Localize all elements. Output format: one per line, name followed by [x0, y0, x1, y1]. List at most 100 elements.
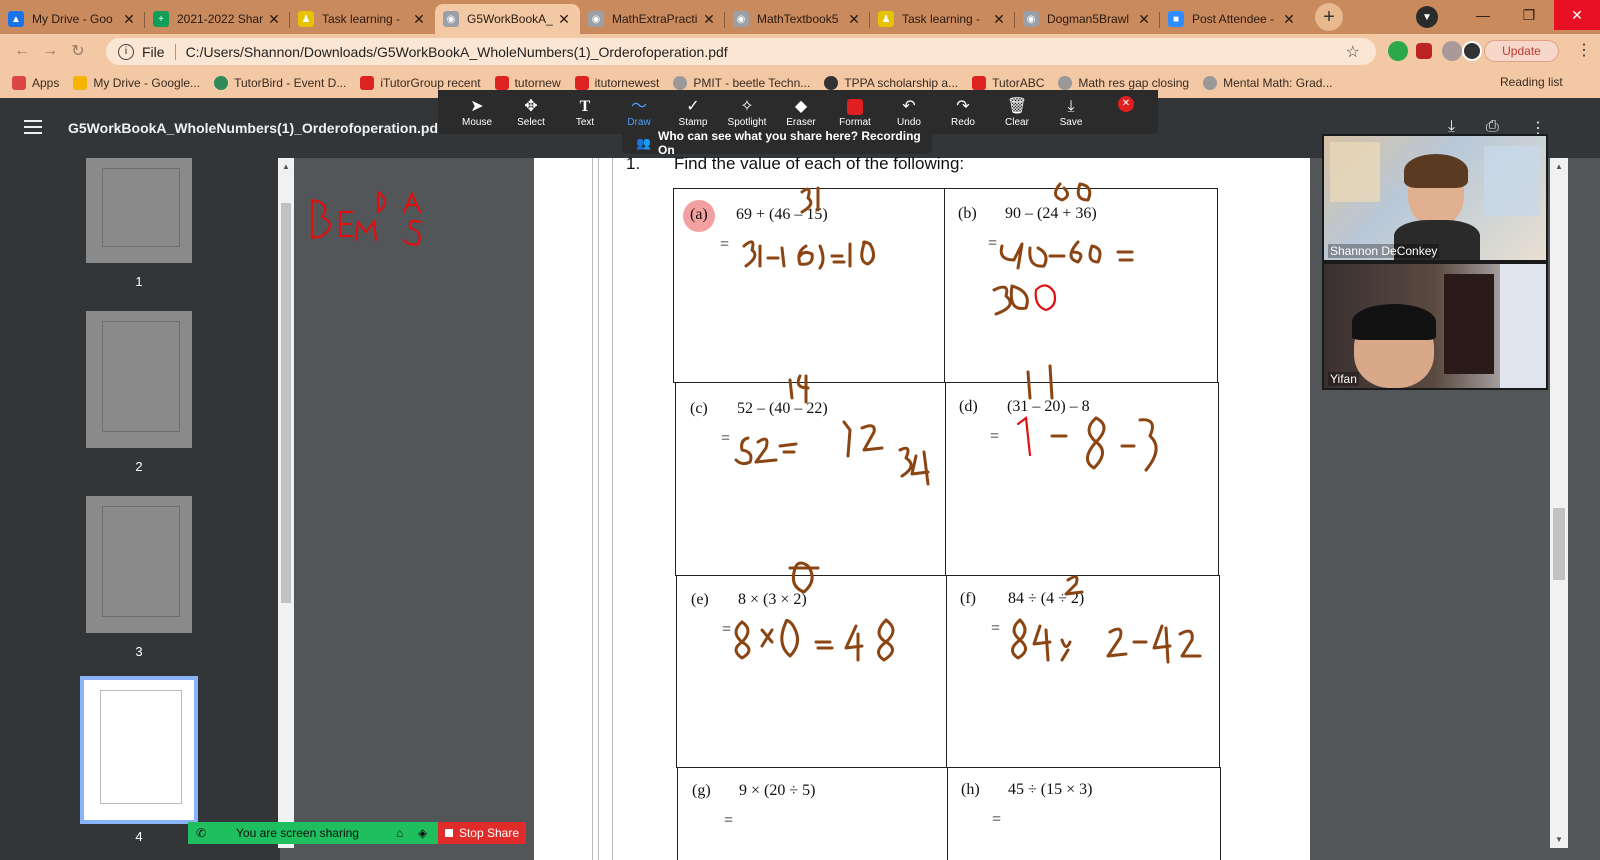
browser-tab[interactable]: ◉ MathTextbook5 ✕	[725, 4, 870, 34]
app-window: ▲ My Drive - Goo ✕ +2021-2022 Shar ✕ ♟ Task …	[0, 0, 1600, 860]
screen-sharing-bar: ✆ You are screen sharing ⌂ ◈	[188, 822, 438, 844]
browser-tab[interactable]: +2021-2022 Shar ✕	[145, 4, 290, 34]
drive-icon	[73, 76, 88, 90]
tab-title: Dogman5Brawl	[1047, 12, 1130, 26]
squiggle-icon: 〜	[630, 97, 647, 115]
reload-icon[interactable]: ↻	[64, 41, 92, 61]
cursor-icon: ➤	[470, 97, 484, 115]
format-tool[interactable]: Format	[828, 97, 882, 128]
save-icon: ⤓	[1067, 97, 1075, 115]
clear-tool[interactable]: 🗑 Clear	[990, 97, 1044, 128]
new-tab-button[interactable]: +	[1315, 3, 1343, 31]
problem-label: (e)	[691, 591, 709, 608]
problem-expression: 69 + (46 – 15)	[736, 206, 828, 223]
undo-tool[interactable]: ↶ Undo	[882, 97, 936, 128]
problem-label: (f)	[960, 590, 976, 607]
problem-expression: 84 ÷ (4 ÷ 2)	[1008, 590, 1085, 607]
close-tab-icon[interactable]: ✕	[411, 11, 427, 28]
reading-list[interactable]: Reading list	[1500, 75, 1563, 89]
back-icon[interactable]: ←	[8, 42, 36, 60]
problem-expression: (31 – 20) – 8	[1007, 398, 1090, 415]
close-tab-icon[interactable]: ✕	[1136, 11, 1152, 28]
trash-icon: 🗑	[1006, 97, 1028, 115]
redo-tool[interactable]: ↷ Redo	[936, 97, 990, 128]
info-icon[interactable]: i	[118, 43, 134, 60]
bookmark-label: Mental Math: Grad...	[1223, 76, 1333, 90]
close-tab-icon[interactable]: ✕	[846, 11, 862, 28]
move-icon: ✥	[524, 97, 538, 115]
sharing-status: You are screen sharing	[236, 826, 359, 840]
close-tab-icon[interactable]: ✕	[121, 11, 137, 28]
bookmark-item[interactable]: TPPA scholarship a...	[824, 76, 958, 90]
equals-sign: =	[720, 236, 730, 253]
url-text[interactable]: C:/Users/Shannon/Downloads/G5WorkBookA_W…	[186, 44, 728, 60]
forward-icon[interactable]: →	[36, 42, 64, 60]
bookmark-item[interactable]: tutornew	[494, 76, 561, 90]
tool-label: Spotlight	[727, 116, 767, 128]
profile-avatar[interactable]	[1462, 41, 1482, 61]
bookmark-item[interactable]: Math res gap closing	[1058, 76, 1189, 90]
close-tab-icon[interactable]: ✕	[701, 11, 717, 28]
close-annotation-icon[interactable]: ✕	[1118, 96, 1134, 112]
close-tab-icon[interactable]: ✕	[556, 11, 572, 28]
bookmark-item[interactable]: PMIT - beetle Techn...	[673, 76, 810, 90]
bookmark-item[interactable]: Mental Math: Grad...	[1203, 76, 1333, 90]
browser-tab[interactable]: ▲ My Drive - Goo ✕	[0, 4, 145, 34]
bookmark-label: itutornewest	[594, 76, 660, 90]
page-thumbnail-selected[interactable]	[80, 676, 198, 824]
video-tile[interactable]: Yifan	[1324, 264, 1546, 388]
browser-tab[interactable]: ■ Post Attendee - ✕	[1160, 4, 1305, 34]
question-number: 1.	[626, 154, 641, 173]
bookmark-item[interactable]: TutorABC	[972, 76, 1044, 90]
checkmark-icon: ✓	[686, 97, 700, 115]
extension-icon[interactable]	[1388, 41, 1408, 61]
browser-tab-active[interactable]: ◉ G5WorkBookA_ ✕	[435, 4, 580, 34]
menu-icon[interactable]: ⋮	[1576, 40, 1592, 60]
bookmark-item[interactable]: My Drive - Google...	[73, 76, 200, 90]
bookmark-star-icon[interactable]: ☆	[1346, 42, 1360, 62]
tab-title: MathTextbook5	[757, 12, 839, 26]
eraser-tool[interactable]: ◆ Eraser	[774, 97, 828, 128]
page-thumbnail[interactable]	[86, 158, 192, 263]
close-tab-icon[interactable]: ✕	[991, 11, 1007, 28]
problem-label: (c)	[690, 400, 708, 417]
address-bar[interactable]: i File C:/Users/Shannon/Downloads/G5Work…	[106, 38, 1376, 65]
video-tile[interactable]: Shannon DeConkey	[1324, 136, 1546, 260]
browser-tab[interactable]: ◉ MathExtraPracti ✕	[580, 4, 725, 34]
sidebar-scrollbar[interactable]: ▲	[278, 158, 294, 848]
puzzle-icon[interactable]	[1442, 41, 1462, 61]
equals-sign: =	[721, 430, 731, 447]
tool-label: Text	[575, 116, 595, 128]
stop-share-button[interactable]: Stop Share	[438, 822, 526, 844]
share-banner[interactable]: 👥 Who can see what you share here? Record…	[622, 129, 932, 157]
browser-tab[interactable]: ♟ Task learning - ✕	[290, 4, 435, 34]
draw-tool[interactable]: 〜 Draw	[612, 97, 666, 128]
stamp-tool[interactable]: ✓ Stamp	[666, 97, 720, 128]
bookmark-item[interactable]: iTutorGroup recent	[360, 76, 481, 90]
browser-tab[interactable]: ♟ Task learning - ✕	[870, 4, 1015, 34]
close-window-icon[interactable]: ✕	[1554, 0, 1600, 30]
tab-search-icon[interactable]: ▼	[1416, 6, 1438, 28]
bookmark-item[interactable]: TutorBird - Event D...	[214, 76, 346, 90]
hamburger-menu-icon[interactable]	[24, 120, 42, 134]
close-tab-icon[interactable]: ✕	[266, 11, 282, 28]
text-tool[interactable]: T Text	[558, 97, 612, 128]
problem-label: (a)	[690, 206, 708, 223]
bookmark-item[interactable]: itutornewest	[574, 76, 660, 90]
ublock-icon[interactable]	[1416, 43, 1432, 59]
mouse-tool[interactable]: ➤ Mouse	[450, 97, 504, 128]
save-tool[interactable]: ⤓ Save	[1044, 97, 1098, 128]
close-tab-icon[interactable]: ✕	[1281, 11, 1297, 28]
page-thumbnail[interactable]	[86, 496, 192, 633]
minimize-icon[interactable]: —	[1460, 0, 1506, 30]
browser-tab[interactable]: ◉ Dogman5Brawl ✕	[1015, 4, 1160, 34]
update-button[interactable]: Update	[1484, 40, 1559, 62]
problem-label: (b)	[958, 205, 977, 222]
spotlight-tool[interactable]: ✧ Spotlight	[720, 97, 774, 128]
page-scrollbar[interactable]: ▲ ▼	[1550, 158, 1568, 848]
page-thumbnail[interactable]	[86, 311, 192, 448]
annotation-toolbar: ➤ Mouse ✥ Select T Text 〜 Draw ✓ Stamp ✧ Spotl…	[438, 90, 1158, 134]
bookmark-item[interactable]: Apps	[12, 76, 59, 90]
restore-icon[interactable]: ❐	[1506, 0, 1552, 30]
select-tool[interactable]: ✥ Select	[504, 97, 558, 128]
